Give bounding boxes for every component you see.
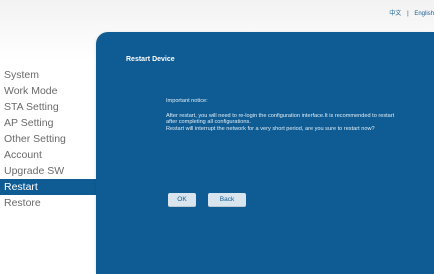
language-separator: |	[406, 11, 409, 17]
page-title: Restart Device	[126, 56, 175, 63]
language-switcher: 中文 | English	[389, 8, 434, 17]
language-chinese-link[interactable]: 中文	[389, 11, 401, 17]
sidebar-item-other-setting[interactable]: Other Setting	[0, 131, 100, 147]
language-english-link[interactable]: English	[414, 11, 434, 17]
sidebar-item-restart[interactable]: Restart	[0, 179, 100, 195]
sidebar-item-ap-setting[interactable]: AP Setting	[0, 115, 100, 131]
sidebar-item-account[interactable]: Account	[0, 147, 100, 163]
sidebar-item-sta-setting[interactable]: STA Setting	[0, 99, 100, 115]
restart-notice: Important notice: After restart, you wil…	[166, 98, 396, 132]
sidebar-nav: System Work Mode STA Setting AP Setting …	[0, 67, 100, 211]
notice-text-confirm: Restart will interrupt the network for a…	[166, 125, 375, 132]
sidebar-item-work-mode[interactable]: Work Mode	[0, 83, 100, 99]
sidebar-item-restore[interactable]: Restore	[0, 195, 100, 211]
ok-button[interactable]: OK	[168, 193, 196, 207]
back-button[interactable]: Back	[208, 193, 246, 207]
sidebar-item-upgrade-sw[interactable]: Upgrade SW	[0, 163, 100, 179]
sidebar-item-system[interactable]: System	[0, 67, 100, 83]
restart-panel: Restart Device Important notice: After r…	[96, 32, 434, 274]
notice-heading: Important notice:	[166, 98, 208, 104]
notice-text-relogin: After restart, you will need to re-login…	[166, 112, 395, 126]
